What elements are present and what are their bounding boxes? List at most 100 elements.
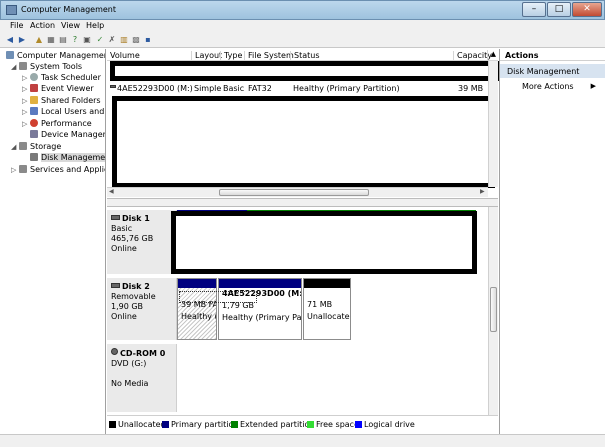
- tree-device-manager[interactable]: Device Manager: [30, 130, 105, 139]
- tree-local-users[interactable]: Local Users and G: [30, 107, 105, 116]
- up-folder-icon[interactable]: ▲: [34, 35, 44, 45]
- cell-status: Healthy (Primary Partition): [293, 84, 400, 93]
- cdrom-icon: [111, 348, 118, 355]
- scroll-up-arrow-icon[interactable]: ▲: [486, 50, 496, 61]
- delete-icon[interactable]: ✗: [107, 35, 117, 45]
- disk2-kind: Removable: [111, 292, 156, 301]
- properties-icon[interactable]: ▤: [58, 35, 68, 45]
- redacted-disk1-partitions: [171, 211, 477, 274]
- maximize-button[interactable]: □: [547, 2, 571, 17]
- settings-icon[interactable]: ▩: [131, 35, 141, 45]
- help-icon[interactable]: ?: [70, 35, 80, 45]
- tools-icon: [19, 62, 27, 70]
- tree-storage[interactable]: Storage: [19, 142, 61, 151]
- tree-shared-folders[interactable]: Shared Folders: [30, 96, 101, 105]
- tree-system-tools[interactable]: System Tools: [19, 62, 82, 71]
- disk2-partition-unallocated[interactable]: 71 MB Unallocated: [303, 278, 351, 340]
- clock-icon: [30, 73, 38, 81]
- services-icon: [19, 165, 27, 173]
- cdrom-media: No Media: [111, 379, 149, 388]
- redacted-volume-rows: [112, 96, 495, 188]
- volume-list-scrollbar[interactable]: [488, 61, 498, 187]
- performance-icon: [30, 119, 38, 127]
- scroll-right-arrow-icon[interactable]: ▶: [480, 188, 485, 195]
- disk2-partition-2[interactable]: 4AE52293D00 (M:) 1,79 GB Healthy (Primar…: [218, 278, 302, 340]
- disk-map-scroll-thumb[interactable]: [490, 287, 497, 332]
- legend-extended: Extended partition: [231, 420, 315, 429]
- status-bar: [0, 434, 605, 447]
- close-button[interactable]: ✕: [572, 2, 602, 17]
- volume-list-horizontal-scrollbar[interactable]: ◀ ▶: [107, 187, 488, 197]
- disk-map-scrollbar[interactable]: [488, 207, 498, 415]
- show-hide-tree-icon[interactable]: ▦: [46, 35, 56, 45]
- menu-file[interactable]: File: [10, 21, 23, 30]
- toolbar: ◀ ▶ ▲ ▦ ▤ ? ▣ ✓ ✗ ▥ ▩ ▪: [0, 33, 605, 48]
- disk1-label[interactable]: Disk 1 Basic 465,76 GB Online: [107, 210, 177, 274]
- legend-logical: Logical drive: [355, 420, 415, 429]
- users-icon: [30, 107, 38, 115]
- expand-task-scheduler-icon[interactable]: ▷: [22, 74, 27, 82]
- disk1-kind: Basic: [111, 224, 133, 233]
- title-bar: Computer Management – □ ✕: [0, 0, 605, 20]
- actions-pane: Actions Disk Management More Actions ▶: [499, 49, 605, 434]
- back-arrow-icon[interactable]: ◀: [5, 35, 15, 45]
- expand-storage-icon[interactable]: ◢: [11, 143, 16, 151]
- disk2-name: Disk 2: [122, 282, 150, 291]
- disk1-name: Disk 1: [122, 214, 150, 223]
- menu-help[interactable]: Help: [86, 21, 104, 30]
- chevron-right-icon: ▶: [590, 82, 596, 90]
- disk-management-icon: [30, 153, 38, 161]
- cdrom-label[interactable]: CD-ROM 0 DVD (G:) No Media: [107, 344, 177, 412]
- window-title: Computer Management: [21, 5, 117, 14]
- check-icon[interactable]: ✓: [95, 35, 105, 45]
- disk2-label[interactable]: Disk 2 Removable 1,90 GB Online: [107, 278, 177, 340]
- horizontal-scroll-thumb[interactable]: [219, 189, 369, 196]
- folder-icon: [30, 96, 38, 104]
- scroll-left-arrow-icon[interactable]: ◀: [109, 188, 114, 195]
- expand-event-viewer-icon[interactable]: ▷: [22, 85, 27, 93]
- minimize-button[interactable]: –: [522, 2, 546, 17]
- disk-map: Disk 1 Basic 465,76 GB Online Disk 2 Rem…: [107, 207, 488, 415]
- menu-view[interactable]: View: [61, 21, 80, 30]
- disk-icon: [111, 215, 120, 220]
- computer-management-icon: [6, 5, 17, 15]
- expand-shared-folders-icon[interactable]: ▷: [22, 97, 27, 105]
- disk2-size: 1,90 GB: [111, 302, 144, 311]
- disk-icon: [111, 283, 120, 288]
- tree-event-viewer[interactable]: Event Viewer: [30, 84, 94, 93]
- actions-section-disk-management[interactable]: Disk Management: [500, 64, 605, 78]
- expand-local-users-icon[interactable]: ▷: [22, 108, 27, 116]
- legend-primary: Primary partition: [162, 420, 238, 429]
- forward-arrow-icon[interactable]: ▶: [17, 35, 27, 45]
- disk1-state: Online: [111, 244, 137, 253]
- tree-performance[interactable]: Performance: [30, 119, 92, 128]
- pane-splitter[interactable]: [107, 198, 498, 207]
- tree-services[interactable]: Services and Applicat: [19, 165, 105, 174]
- cell-volume: 4AE52293D00 (M:): [117, 84, 193, 93]
- partition-2-status: Healthy (Primary Partiti: [222, 313, 302, 322]
- cdrom-name: CD-ROM 0: [120, 349, 166, 358]
- cell-layout: Simple: [194, 84, 222, 93]
- device-manager-icon: [30, 130, 38, 138]
- cell-file-system: FAT32: [248, 84, 272, 93]
- disk-icon[interactable]: ▥: [119, 35, 129, 45]
- refresh-icon[interactable]: ▣: [82, 35, 92, 45]
- redacted-volume-row-top: [110, 61, 502, 81]
- menu-action[interactable]: Action: [30, 21, 55, 30]
- console-icon[interactable]: ▪: [143, 35, 153, 45]
- navigation-tree: Computer Management ◢ System Tools ▷ Tas…: [0, 49, 106, 434]
- disk-management-pane: Volume Layout Type File System Status Ca…: [107, 49, 502, 433]
- expand-system-tools-icon[interactable]: ◢: [11, 63, 16, 71]
- storage-icon: [19, 142, 27, 150]
- tree-root[interactable]: Computer Management: [6, 51, 105, 60]
- expand-performance-icon[interactable]: ▷: [22, 120, 27, 128]
- tree-disk-management[interactable]: Disk Management: [30, 153, 105, 162]
- computer-icon: [6, 51, 14, 59]
- expand-services-icon[interactable]: ▷: [11, 166, 16, 174]
- event-viewer-icon: [30, 84, 38, 92]
- disk2-partition-1[interactable]: 39 MB FA Healthy (: [177, 278, 217, 340]
- unallocated-label: Unallocated: [307, 312, 351, 321]
- tree-task-scheduler[interactable]: Task Scheduler: [30, 73, 101, 82]
- more-actions-link[interactable]: More Actions: [522, 82, 574, 91]
- cdrom-kind: DVD (G:): [111, 359, 147, 368]
